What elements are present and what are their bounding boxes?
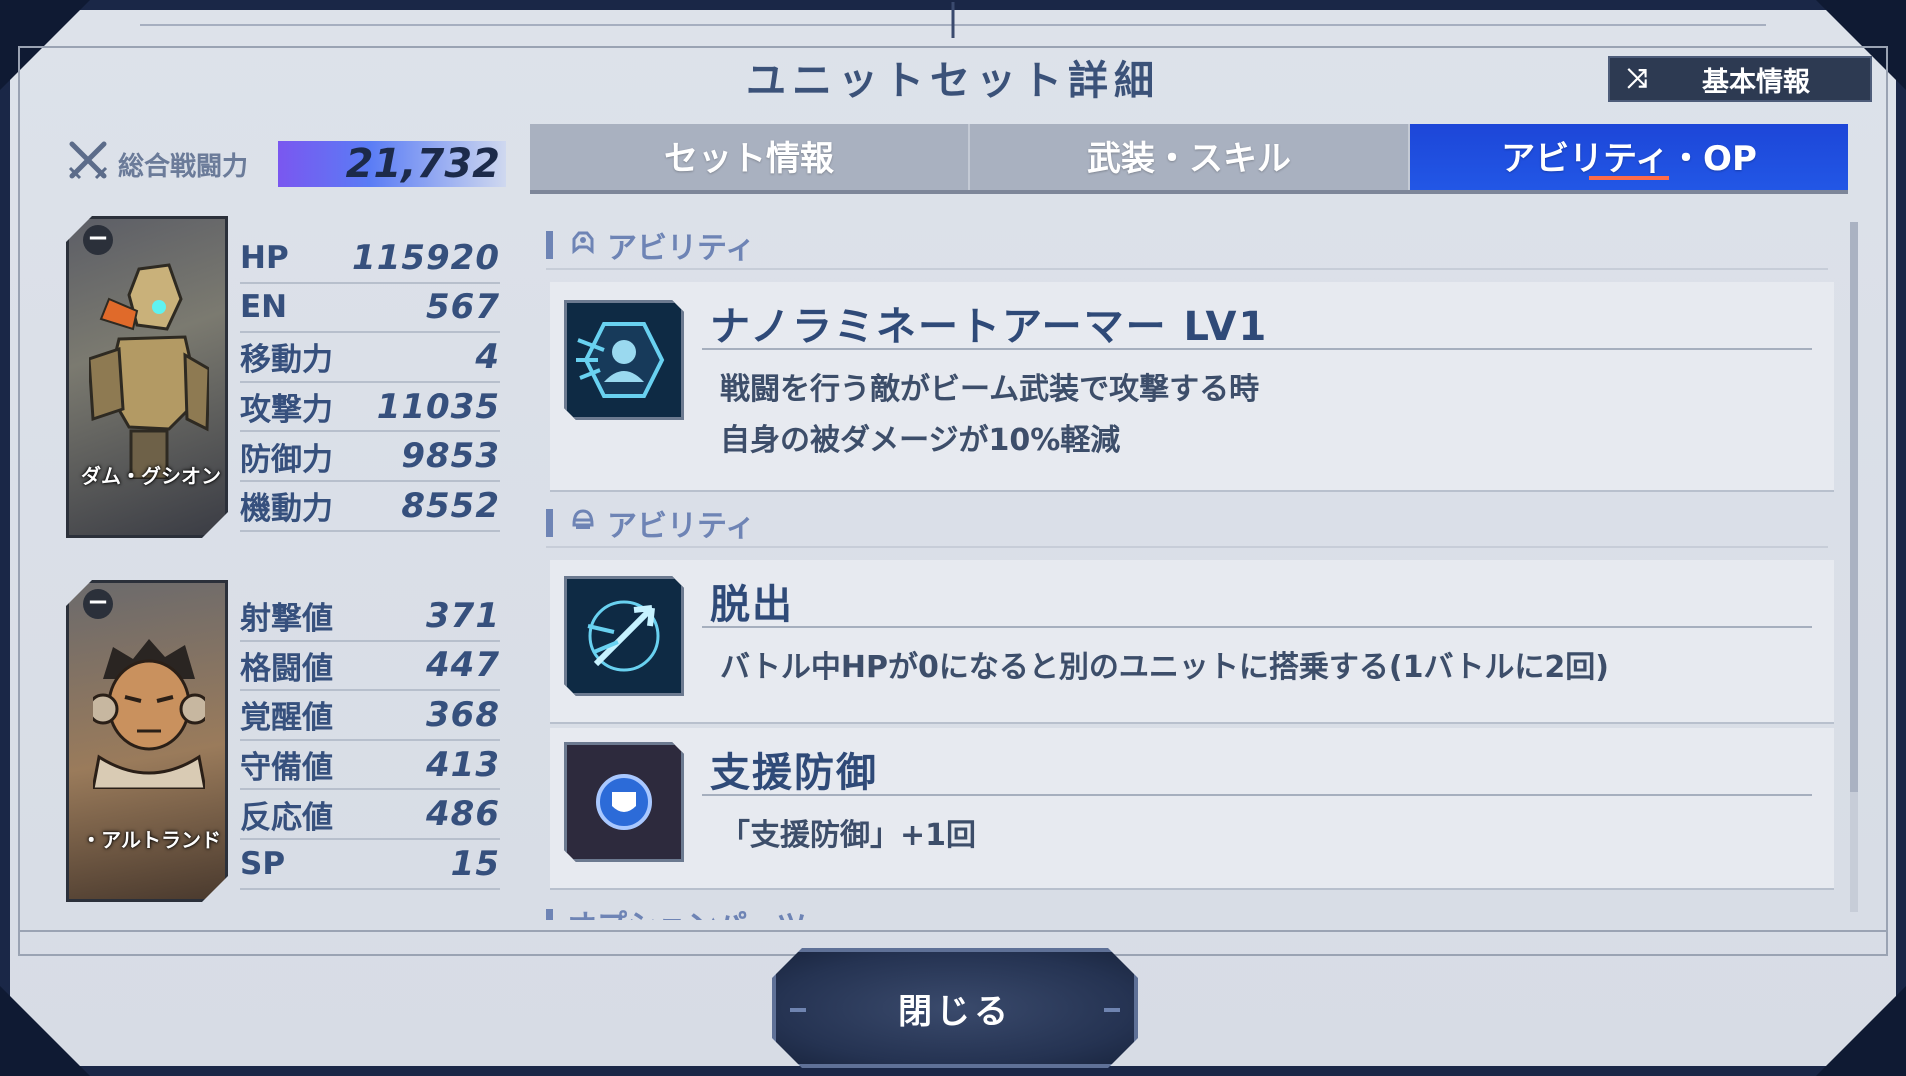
- pilot-helmet-icon: [567, 507, 599, 539]
- footer-divider: [18, 930, 1888, 932]
- stat-label: 機動力: [240, 491, 333, 528]
- escape-ability-icon: [564, 576, 684, 696]
- basic-info-button[interactable]: ⤨ 基本情報: [1608, 56, 1872, 102]
- pilot-illustration: [93, 639, 205, 789]
- stat-label: 覚醒値: [240, 700, 333, 737]
- stat-value: 11035: [376, 386, 500, 427]
- stat-label: SP: [240, 845, 286, 882]
- pilot-ability-header: アビリティ: [546, 500, 1828, 548]
- stat-value: 368: [426, 694, 500, 735]
- stat-value: 8552: [401, 485, 500, 526]
- stat-value: 413: [426, 744, 500, 785]
- pilot-name: ・アルトランド: [81, 828, 221, 852]
- stat-value: 115920: [352, 237, 500, 278]
- ability-list[interactable]: アビリティ ナノラミネートアーマー LV1 戦闘を行う敵がビーム武装で攻撃する時…: [530, 214, 1848, 920]
- ability-description: 戦闘を行う敵がビーム武装で攻撃する時 自身の被ダメージが10%軽減: [720, 372, 1260, 458]
- stat-value: 9853: [401, 436, 500, 477]
- stat-awakening: 覚醒値 368: [240, 691, 500, 741]
- unit-ability-header: アビリティ: [546, 222, 1828, 270]
- ability-list-scrollbar[interactable]: [1850, 222, 1858, 912]
- stat-value: 15: [450, 843, 500, 884]
- stat-label: EN: [240, 289, 288, 326]
- ability-card-escape: 脱出 バトル中HPが0になると別のユニットに搭乗する(1バトルに2回): [550, 560, 1834, 722]
- stat-value: 486: [426, 794, 500, 835]
- unit-name: ダム・グシオン: [81, 464, 221, 488]
- ability-title: 支援防御: [710, 750, 878, 796]
- stat-sp: SP 15: [240, 840, 500, 890]
- stat-value: 567: [426, 287, 500, 328]
- stat-hp: HP 115920: [240, 234, 500, 284]
- ability-card-nanolaminate: ナノラミネートアーマー LV1 戦闘を行う敵がビーム武装で攻撃する時 自身の被ダ…: [550, 282, 1834, 490]
- stat-en: EN 567: [240, 284, 500, 334]
- tab-set-info[interactable]: セット情報: [530, 124, 968, 190]
- top-decoration: [140, 2, 1766, 38]
- stat-value: 447: [426, 645, 500, 686]
- stat-mobility: 機動力 8552: [240, 482, 500, 532]
- armor-ability-icon: [564, 300, 684, 420]
- ability-title: ナノラミネートアーマー LV1: [710, 304, 1269, 350]
- stat-label: 攻撃力: [240, 392, 333, 429]
- stat-label: 防御力: [240, 441, 333, 478]
- unit-icon: [567, 229, 599, 261]
- pilot-portrait[interactable]: − ・アルトランド: [66, 580, 228, 902]
- stat-attack: 攻撃力 11035: [240, 383, 500, 433]
- close-button[interactable]: 閉じる: [772, 948, 1138, 1068]
- section-title: アビリティ: [607, 231, 756, 266]
- basic-info-label: 基本情報: [1702, 66, 1810, 98]
- remove-unit-icon[interactable]: −: [83, 225, 113, 255]
- stat-label: HP: [240, 239, 289, 276]
- crossed-swords-icon: [62, 138, 114, 190]
- ability-card-support-defense: 支援防御 「支援防御」+1回: [550, 728, 1834, 888]
- close-button-label: 閉じる: [898, 991, 1012, 1032]
- stat-value: 371: [426, 595, 500, 636]
- stat-label: 守備値: [240, 750, 333, 787]
- stat-movement: 移動力 4: [240, 333, 500, 383]
- stat-label: 反応値: [240, 799, 333, 836]
- mech-illustration: [89, 263, 209, 479]
- option-parts-header: オプションパーツ: [546, 900, 1828, 920]
- tab-ability-op[interactable]: アビリティ・OP: [1408, 124, 1848, 190]
- shuffle-icon: ⤨: [1626, 63, 1648, 94]
- stat-label: 格闘値: [240, 650, 333, 687]
- ability-title: 脱出: [710, 582, 794, 628]
- unit-stats: HP 115920 EN 567 移動力 4 攻撃力 11035 防御力 9853 機動力…: [240, 234, 500, 532]
- pilot-stats: 射撃値 371 格闘値 447 覚醒値 368 守備値 413 反応値 486 SP 15: [240, 592, 500, 890]
- section-title: オプションパーツ: [567, 901, 806, 920]
- stat-shooting: 射撃値 371: [240, 592, 500, 642]
- detail-tabs: セット情報 武装・スキル アビリティ・OP: [530, 124, 1848, 194]
- stat-melee: 格闘値 447: [240, 642, 500, 692]
- ability-description: バトル中HPが0になると別のユニットに搭乗する(1バトルに2回): [720, 650, 1609, 685]
- stat-defense: 防御力 9853: [240, 432, 500, 482]
- tab-ability-op-label: アビリティ・OP: [1501, 139, 1757, 179]
- ability-description: 「支援防御」+1回: [720, 818, 977, 853]
- scrollbar-thumb[interactable]: [1850, 222, 1858, 792]
- support-defense-icon: [564, 742, 684, 862]
- stat-value: 4: [475, 336, 500, 377]
- total-power-value: 21,732: [278, 141, 506, 187]
- remove-pilot-icon[interactable]: −: [83, 589, 113, 619]
- section-title: アビリティ: [607, 509, 756, 544]
- stat-label: 移動力: [240, 342, 333, 379]
- unit-portrait[interactable]: − ダム・グシオン: [66, 216, 228, 538]
- stat-reaction: 反応値 486: [240, 790, 500, 840]
- tab-weapons-skills[interactable]: 武装・スキル: [968, 124, 1408, 190]
- total-power: 総合戦闘力 21,732: [62, 138, 506, 190]
- stat-guard: 守備値 413: [240, 741, 500, 791]
- stat-label: 射撃値: [240, 601, 333, 638]
- total-power-label: 総合戦闘力: [118, 151, 249, 182]
- active-tab-indicator: [1589, 176, 1669, 180]
